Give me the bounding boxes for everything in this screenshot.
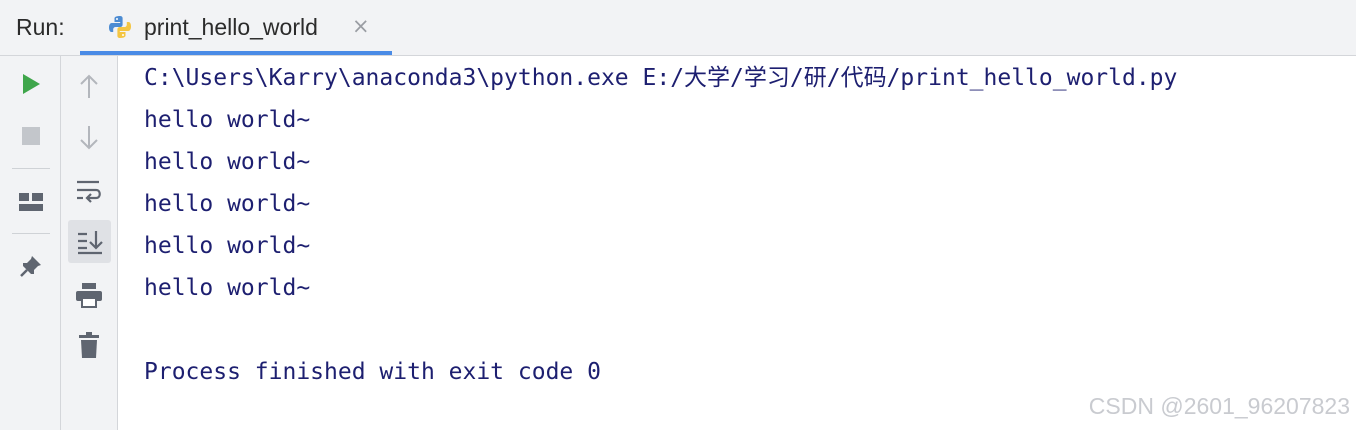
output-line: hello world~ <box>144 233 311 259</box>
console-output[interactable]: C:\Users\Karry\anaconda3\python.exe E:/大… <box>118 56 1356 430</box>
up-arrow-icon[interactable] <box>74 72 104 102</box>
toolbar-divider <box>12 168 50 169</box>
output-line: hello world~ <box>144 275 311 301</box>
output-line: hello world~ <box>144 191 311 217</box>
rerun-icon[interactable] <box>17 70 45 98</box>
close-tab-icon[interactable]: × <box>352 16 370 37</box>
run-actions-toolbar <box>0 56 61 430</box>
run-label: Run: <box>16 14 65 40</box>
command-line: C:\Users\Karry\anaconda3\python.exe E:/大… <box>144 65 1178 91</box>
output-line: hello world~ <box>144 107 311 133</box>
toolbar-divider <box>12 233 50 234</box>
exit-message: Process finished with exit code 0 <box>144 359 601 385</box>
trash-icon[interactable] <box>74 330 104 360</box>
scroll-to-end-icon[interactable] <box>68 220 111 263</box>
console-toolbar <box>61 56 118 430</box>
tab-print-hello-world[interactable]: print_hello_world × <box>80 0 392 55</box>
python-icon <box>109 16 131 38</box>
layout-icon[interactable] <box>17 188 45 216</box>
run-toolwindow-header: Run: print_hello_world × <box>0 0 1356 56</box>
output-line: hello world~ <box>144 149 311 175</box>
stop-icon[interactable] <box>17 122 45 150</box>
tab-title: print_hello_world <box>144 14 318 40</box>
watermark: CSDN @2601_96207823 <box>1088 393 1350 419</box>
pin-icon[interactable] <box>17 252 45 280</box>
down-arrow-icon[interactable] <box>74 122 104 152</box>
print-icon[interactable] <box>74 280 104 310</box>
soft-wrap-icon[interactable] <box>74 176 104 206</box>
